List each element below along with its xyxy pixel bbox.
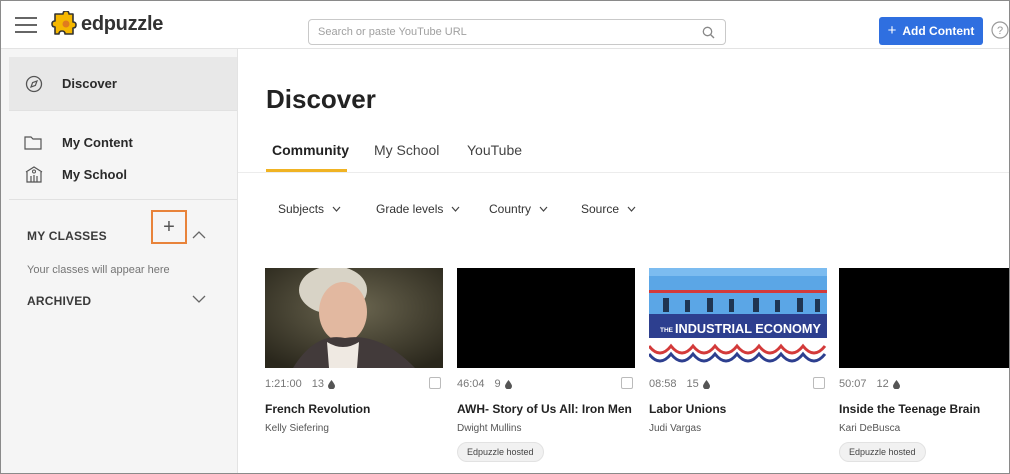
plus-icon: + [887, 21, 897, 39]
drop-icon [327, 379, 335, 389]
industrial-economy-image: THE INDUSTRIAL ECONOMY [649, 268, 827, 368]
select-checkbox[interactable] [621, 377, 633, 389]
filter-label: Source [581, 202, 620, 216]
add-content-label: Add Content [902, 24, 975, 38]
drop-icon [892, 379, 900, 389]
compass-icon [25, 75, 43, 92]
main-content: Discover Community My School YouTube Sub… [238, 49, 1009, 473]
filter-label: Grade levels [376, 202, 444, 216]
filter-source[interactable]: Source [581, 202, 636, 216]
video-card[interactable]: 50:07 12 Inside the Teenage Brain Kari D… [839, 268, 1009, 462]
thumb-caption: INDUSTRIAL ECONOMY [675, 321, 821, 336]
video-meta: 50:07 12 [839, 377, 1009, 391]
filter-label: Country [489, 202, 532, 216]
video-thumbnail[interactable] [457, 268, 635, 368]
help-icon[interactable]: ? [991, 21, 1009, 39]
help-glyph: ? [997, 25, 1003, 37]
sidebar-item-label: My School [62, 166, 128, 182]
video-card[interactable]: 46:04 9 AWH- Story of Us All: Iron Men D… [457, 268, 635, 462]
video-author[interactable]: Kari DeBusca [839, 423, 1009, 434]
school-icon [25, 166, 43, 183]
video-meta: 1:21:00 13 [265, 377, 443, 391]
video-duration: 1:21:00 [265, 378, 302, 390]
video-meta: 08:58 15 [649, 377, 827, 391]
tab-my-school[interactable]: My School [374, 142, 439, 158]
question-count: 12 [876, 378, 889, 390]
add-class-button[interactable]: + [151, 210, 187, 244]
archived-title[interactable]: ARCHIVED [27, 294, 91, 308]
filter-subjects[interactable]: Subjects [278, 202, 341, 216]
sidebar-item-label: My Content [62, 134, 133, 150]
chevron-down-icon[interactable] [192, 295, 206, 304]
video-duration: 50:07 [839, 378, 867, 390]
question-count: 9 [494, 378, 501, 390]
classes-hint: Your classes will appear here [27, 264, 170, 276]
chevron-up-icon[interactable] [192, 230, 206, 239]
chevron-down-icon [332, 206, 341, 212]
portrait-image [265, 268, 443, 368]
video-title[interactable]: Inside the Teenage Brain [839, 402, 1009, 416]
sidebar-item-label: Discover [62, 76, 117, 91]
divider [9, 110, 237, 111]
filter-label: Subjects [278, 202, 325, 216]
video-thumbnail[interactable]: THE INDUSTRIAL ECONOMY [649, 268, 827, 368]
video-card[interactable]: 1:21:00 13 French Revolution Kelly Siefe… [265, 268, 443, 434]
search-input[interactable] [309, 20, 698, 44]
drop-icon [504, 379, 512, 389]
video-meta: 46:04 9 [457, 377, 635, 391]
video-duration: 08:58 [649, 378, 677, 390]
video-title[interactable]: French Revolution [265, 402, 443, 416]
thumb-caption-small: THE [660, 327, 674, 334]
filter-grade-levels[interactable]: Grade levels [376, 202, 460, 216]
my-classes-title: MY CLASSES [27, 229, 107, 243]
sidebar-item-my-school[interactable]: My School [1, 160, 237, 188]
tab-youtube[interactable]: YouTube [467, 142, 522, 158]
tab-community[interactable]: Community [272, 142, 349, 158]
hosted-badge: Edpuzzle hosted [839, 442, 926, 462]
hosted-badge: Edpuzzle hosted [457, 442, 544, 462]
question-count: 13 [311, 378, 324, 390]
sidebar-item-my-content[interactable]: My Content [1, 128, 237, 156]
search-icon[interactable] [702, 26, 715, 39]
drop-icon [702, 379, 710, 389]
chevron-down-icon [627, 206, 636, 212]
app-window: edpuzzle + Add Content ? Discover [0, 0, 1010, 474]
sidebar-item-discover[interactable]: Discover [9, 57, 237, 110]
video-duration: 46:04 [457, 378, 485, 390]
edpuzzle-logo[interactable]: edpuzzle [51, 10, 163, 38]
video-title[interactable]: Labor Unions [649, 402, 827, 416]
video-title[interactable]: AWH- Story of Us All: Iron Men [457, 402, 635, 416]
select-checkbox[interactable] [813, 377, 825, 389]
video-card[interactable]: THE INDUSTRIAL ECONOMY 08:58 15 Labor Un… [649, 268, 827, 434]
add-content-button[interactable]: + Add Content [879, 17, 983, 45]
brand-name: edpuzzle [81, 12, 164, 35]
plus-icon: + [163, 215, 175, 238]
select-checkbox[interactable] [429, 377, 441, 389]
video-thumbnail[interactable] [839, 268, 1009, 368]
chevron-down-icon [451, 206, 460, 212]
search-box[interactable] [308, 19, 726, 45]
divider [9, 199, 237, 200]
hamburger-icon[interactable] [15, 17, 37, 33]
video-author[interactable]: Judi Vargas [649, 423, 827, 434]
video-author[interactable]: Kelly Siefering [265, 423, 443, 434]
video-thumbnail[interactable] [265, 268, 443, 368]
chevron-down-icon [539, 206, 548, 212]
video-author[interactable]: Dwight Mullins [457, 423, 635, 434]
tabs-divider [238, 172, 1009, 173]
puzzle-logo-icon [51, 11, 77, 35]
page-title: Discover [266, 84, 376, 114]
filter-country[interactable]: Country [489, 202, 548, 216]
sidebar: Discover My Content My School MY CLASSES… [1, 49, 238, 473]
top-bar: edpuzzle + Add Content ? [1, 1, 1009, 49]
question-count: 15 [686, 378, 699, 390]
folder-icon [24, 135, 42, 150]
